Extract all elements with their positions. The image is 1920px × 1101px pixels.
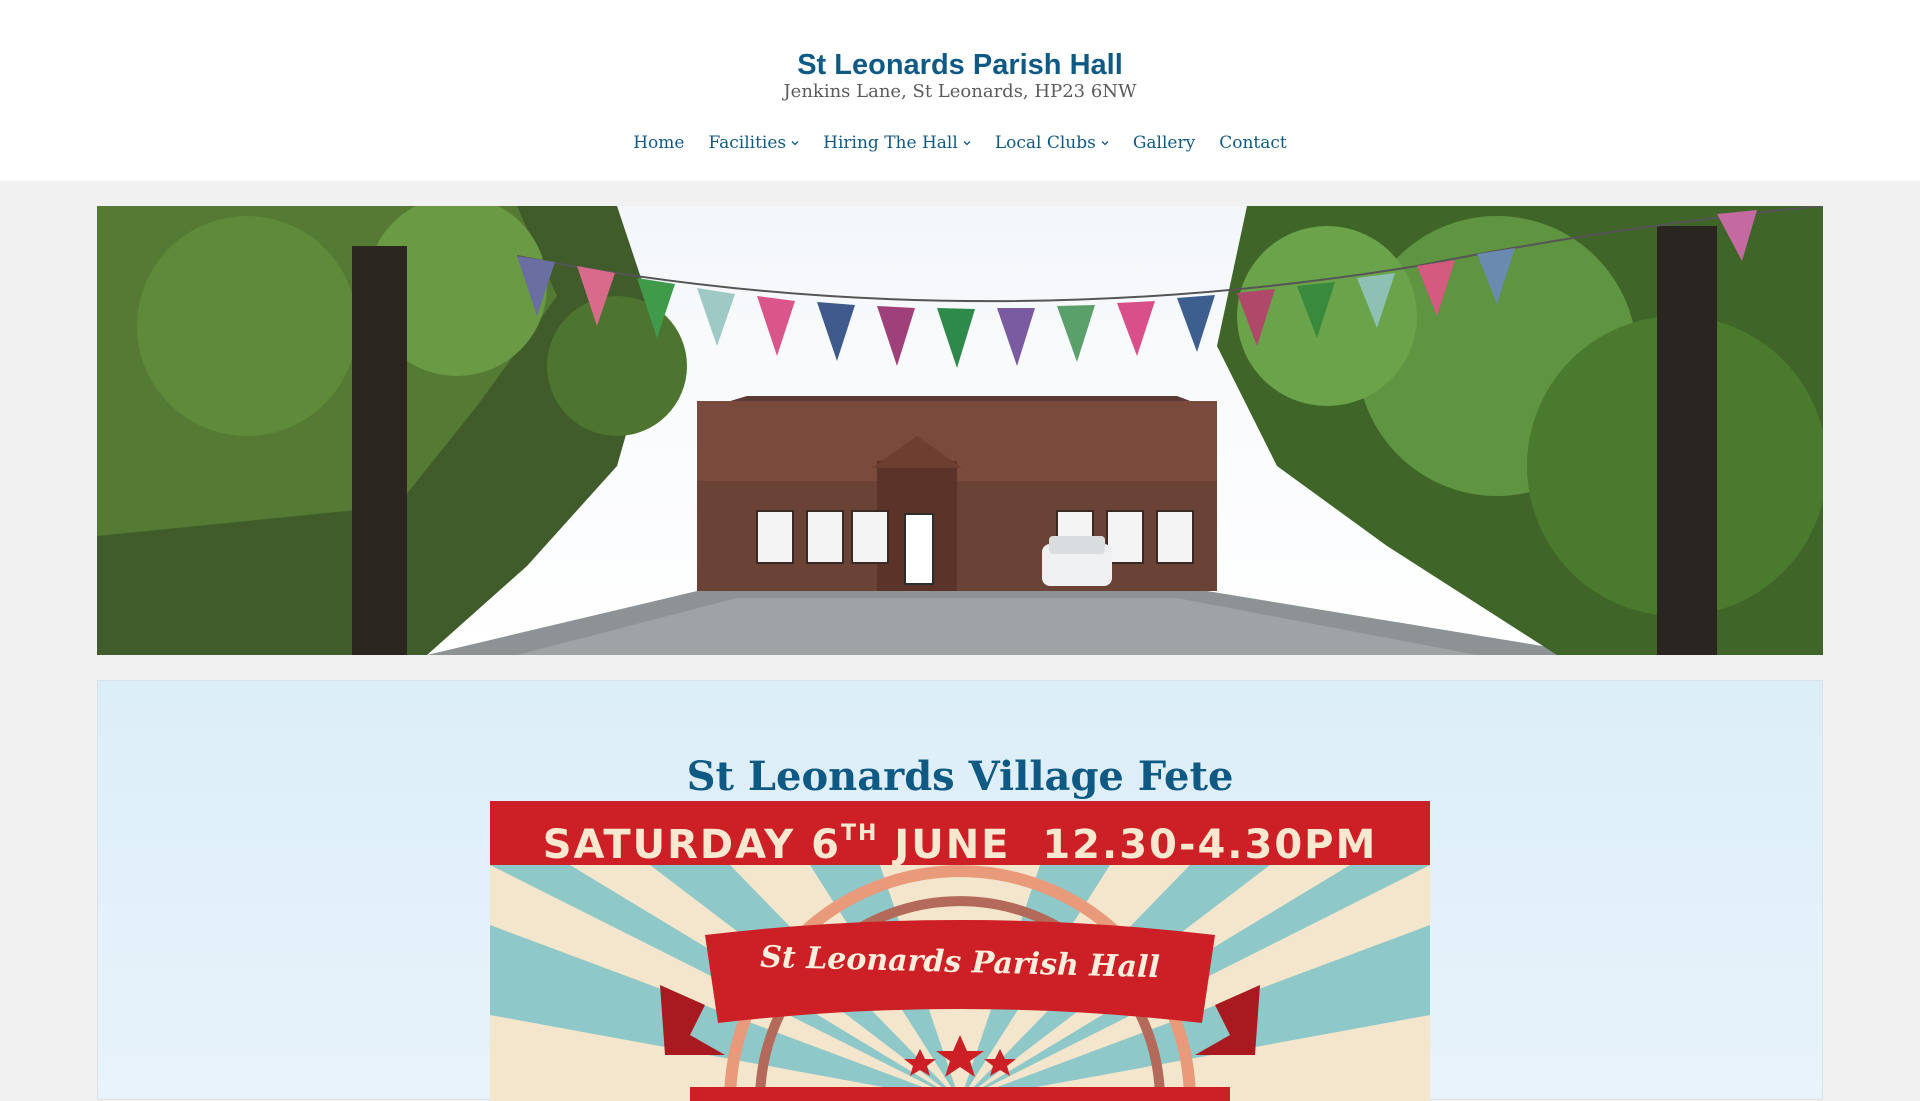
chevron-down-icon [1101, 139, 1109, 147]
nav-item-home[interactable]: Home [621, 129, 696, 157]
site-header: St Leonards Parish Hall Jenkins Lane, St… [0, 0, 1920, 181]
nav-item-label: Home [633, 133, 685, 153]
post-content: St Leonards Village Fete SATURDAY 6TH JU… [97, 680, 1823, 1101]
main-navigation: Home Facilities Hiring The Hall Local Cl… [0, 129, 1920, 157]
chevron-down-icon [963, 139, 971, 147]
fete-poster-image: SATURDAY 6TH JUNE 12.30-4.30PM St Leonar… [490, 801, 1430, 1101]
nav-item-label: Hiring The Hall [823, 133, 958, 153]
hero-image [97, 206, 1823, 655]
nav-item-label: Gallery [1132, 133, 1196, 153]
site-title-link[interactable]: St Leonards Parish Hall [797, 49, 1123, 81]
poster-date-rest: JUNE 12.30-4.30PM [878, 822, 1378, 868]
site-tagline: Jenkins Lane, St Leonards, HP23 6NW [783, 81, 1137, 102]
nav-item-hiring-the-hall[interactable]: Hiring The Hall [811, 129, 983, 157]
post-title: St Leonards Village Fete [686, 752, 1234, 800]
nav-item-gallery[interactable]: Gallery [1121, 129, 1207, 157]
nav-item-contact[interactable]: Contact [1207, 129, 1299, 157]
poster-date-band: SATURDAY 6TH JUNE 12.30-4.30PM [490, 801, 1430, 868]
nav-item-local-clubs[interactable]: Local Clubs [983, 129, 1121, 157]
poster-date-prefix: SATURDAY 6 [542, 822, 841, 868]
nav-item-label: Contact [1219, 133, 1287, 153]
nav-item-label: Local Clubs [994, 133, 1096, 153]
nav-item-facilities[interactable]: Facilities [696, 129, 811, 157]
chevron-down-icon [791, 139, 799, 147]
site-title: St Leonards Parish Hall [0, 48, 1920, 82]
nav-item-label: Facilities [708, 133, 787, 153]
poster-date-suffix: TH [840, 821, 879, 846]
